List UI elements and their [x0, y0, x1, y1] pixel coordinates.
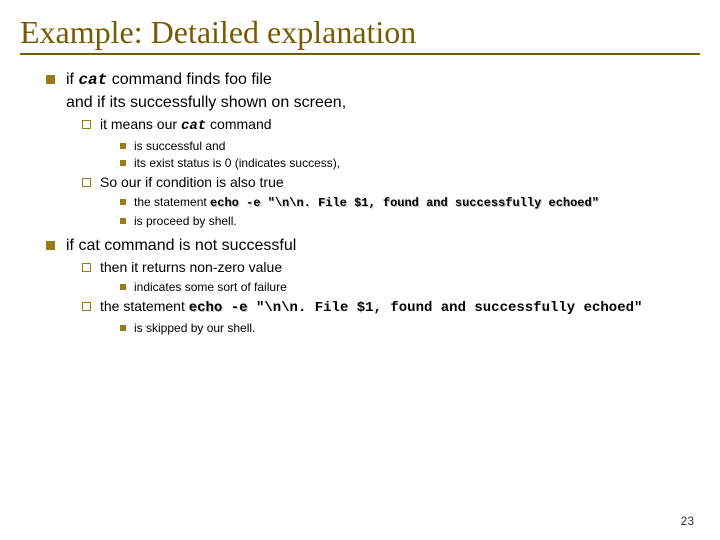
bullet-1-2: So our if condition is also true: [20, 173, 700, 192]
b2s2-code: echo -e: [189, 300, 256, 316]
b1-line2: and if its successfully shown on screen,: [66, 94, 346, 111]
bullet-2-1: then it returns non-zero value: [20, 258, 700, 277]
b1s1-rest: command: [206, 116, 271, 132]
title-rule: [20, 53, 700, 55]
b1s1-prefix: it means our: [100, 116, 181, 132]
slide-body: if cat command finds foo file and if its…: [20, 69, 700, 336]
bullet-1: if cat command finds foo file and if its…: [20, 69, 700, 113]
bullet-1-1: it means our cat command: [20, 115, 700, 136]
b1s2a-code: echo -e "\n\n. File $1, found and succes…: [210, 196, 599, 210]
b1-rest: command finds foo file: [107, 71, 272, 88]
bullet-2: if cat command is not successful: [20, 235, 700, 257]
b1s2a-prefix: the statement: [134, 195, 210, 209]
bullet-2-1-a: indicates some sort of failure: [20, 279, 700, 295]
b2s2-prefix: the statement: [100, 298, 189, 314]
b1s1-cmd: cat: [181, 118, 206, 134]
b2s2-rest: "\n\n. File $1, found and successfully e…: [256, 300, 642, 316]
bullet-1-1-a: is successful and: [20, 138, 700, 154]
b1-prefix: if: [66, 71, 78, 88]
page-number: 23: [681, 514, 694, 528]
page-title: Example: Detailed explanation: [20, 14, 700, 51]
bullet-2-2: the statement echo -e "\n\n. File $1, fo…: [20, 297, 700, 318]
bullet-2-3: is skipped by our shell.: [20, 320, 700, 336]
bullet-1-2-b: is proceed by shell.: [20, 213, 700, 229]
b1-cmd: cat: [78, 71, 107, 89]
bullet-1-1-b: its exist status is 0 (indicates success…: [20, 155, 700, 171]
bullet-1-2-a: the statement echo -e "\n\n. File $1, fo…: [20, 194, 700, 211]
